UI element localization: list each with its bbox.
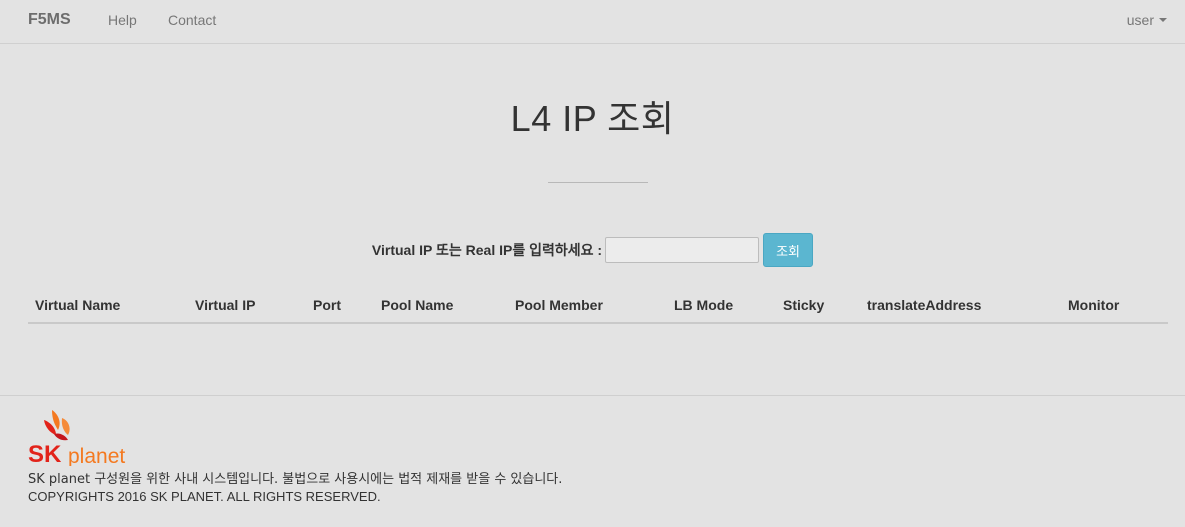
search-label: Virtual IP 또는 Real IP를 입력하세요 : [371,242,603,258]
column-header-virtual-ip: Virtual IP [195,297,256,313]
search-form: Virtual IP 또는 Real IP를 입력하세요 : 조회 [0,233,1185,267]
nav-help-link[interactable]: Help [108,12,137,28]
brand-link[interactable]: F5MS [28,11,71,29]
footer-notice: SK planet 구성원을 위한 사내 시스템입니다. 불법으로 사용시에는 … [28,472,563,487]
result-table-header: Virtual Name Virtual IP Port Pool Name P… [28,287,1168,324]
column-header-pool-name: Pool Name [381,297,454,313]
column-header-sticky: Sticky [783,297,825,313]
caret-down-icon [1159,18,1167,22]
column-header-port: Port [313,297,341,313]
column-header-translate-address: translateAddress [867,297,982,313]
footer-divider [0,395,1185,396]
search-button[interactable]: 조회 [763,233,814,267]
nav-contact-link[interactable]: Contact [168,12,216,28]
column-header-virtual-name: Virtual Name [35,297,121,313]
user-label: user [1126,12,1154,28]
column-header-monitor: Monitor [1068,297,1120,313]
top-navbar: F5MS Help Contact user [0,0,1185,44]
page-title: L4 IP 조회 [510,98,675,139]
column-header-pool-member: Pool Member [515,297,603,313]
svg-text:SK: SK [28,441,62,466]
ip-search-input[interactable] [605,237,760,263]
column-header-lb-mode: LB Mode [674,297,734,313]
footer-copyright: COPYRIGHTS 2016 SK PLANET. ALL RIGHTS RE… [28,489,381,504]
svg-text:planet: planet [68,445,125,466]
user-dropdown-toggle[interactable]: user [1127,12,1167,28]
title-divider [548,182,648,183]
sk-planet-logo: SK planet [28,410,125,466]
